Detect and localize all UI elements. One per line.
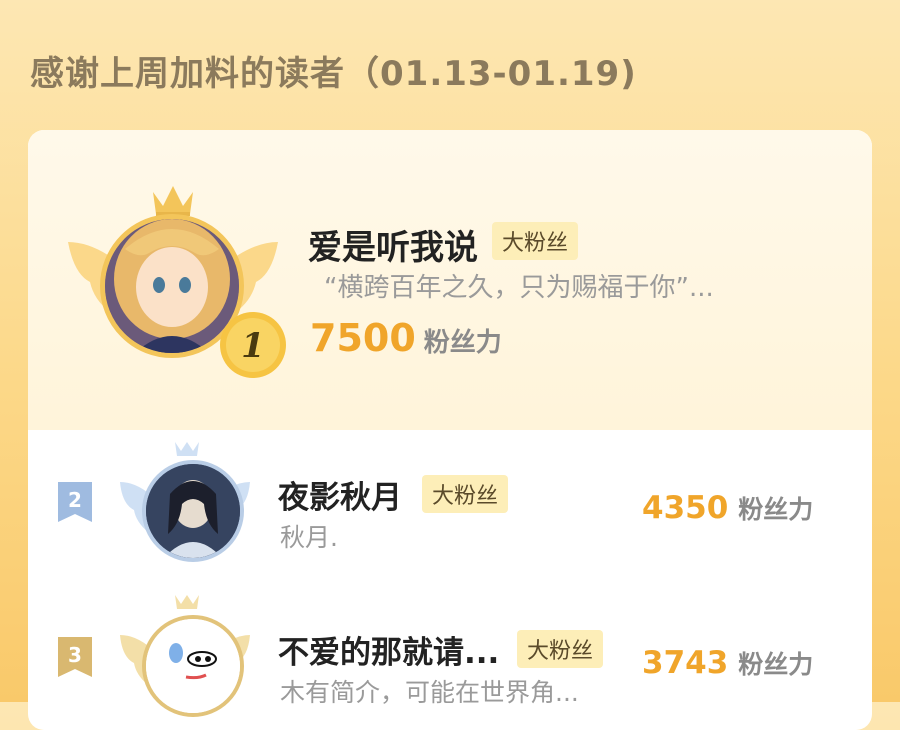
rank-number: 2 xyxy=(68,488,82,512)
rank-number: 1 xyxy=(241,326,265,366)
top-fan-name[interactable]: 爱是听我说 xyxy=(308,220,478,269)
crown-icon xyxy=(175,442,199,456)
rank-flag-icon: 2 xyxy=(58,482,92,522)
fan-power-value: 7500 xyxy=(310,316,416,360)
list-item[interactable]: 3 不爱的那就请... 大粉丝 木有简介，可能在世界角... 3743 粉丝力 xyxy=(28,585,872,725)
crown-icon xyxy=(153,186,193,216)
fan-power: 7500 粉丝力 xyxy=(310,316,502,360)
top-fan-quote: “横跨百年之久，只为赐福于你”... xyxy=(324,273,714,303)
fan-power-value: 3743 xyxy=(642,645,729,681)
fan-power: 4350 粉丝力 xyxy=(642,490,813,526)
rank-number: 3 xyxy=(68,643,82,667)
fan-name[interactable]: 不爱的那就请... xyxy=(278,627,499,672)
fan-power-unit: 粉丝力 xyxy=(738,495,814,524)
fan-power-unit: 粉丝力 xyxy=(738,650,814,679)
list-item[interactable]: 2 夜影秋月 大粉丝 秋月. 4350 粉丝力 xyxy=(28,430,872,570)
fan-level-badge: 大粉丝 xyxy=(492,222,579,260)
rank-flag-icon: 3 xyxy=(58,637,92,677)
avatar[interactable] xyxy=(142,460,244,562)
fan-power-unit: 粉丝力 xyxy=(423,328,502,358)
fan-level-badge: 大粉丝 xyxy=(422,475,509,513)
crown-icon xyxy=(175,595,199,609)
fan-power: 3743 粉丝力 xyxy=(642,645,813,681)
fan-level-badge: 大粉丝 xyxy=(517,630,604,668)
fan-name[interactable]: 夜影秋月 xyxy=(278,472,402,517)
fan-power-value: 4350 xyxy=(642,490,729,526)
fan-desc: 秋月. xyxy=(280,523,338,552)
rank-1-coin-icon: 1 xyxy=(220,312,286,378)
fan-desc: 木有简介，可能在世界角... xyxy=(280,678,579,707)
page-title: 感谢上周加料的读者（01.13-01.19) xyxy=(30,54,637,94)
top-fan-section[interactable]: 1 爱是听我说 大粉丝 “横跨百年之久，只为赐福于你”... 7500 粉丝力 xyxy=(28,130,872,430)
fan-ranking-card: 1 爱是听我说 大粉丝 “横跨百年之久，只为赐福于你”... 7500 粉丝力 2 xyxy=(28,130,872,730)
